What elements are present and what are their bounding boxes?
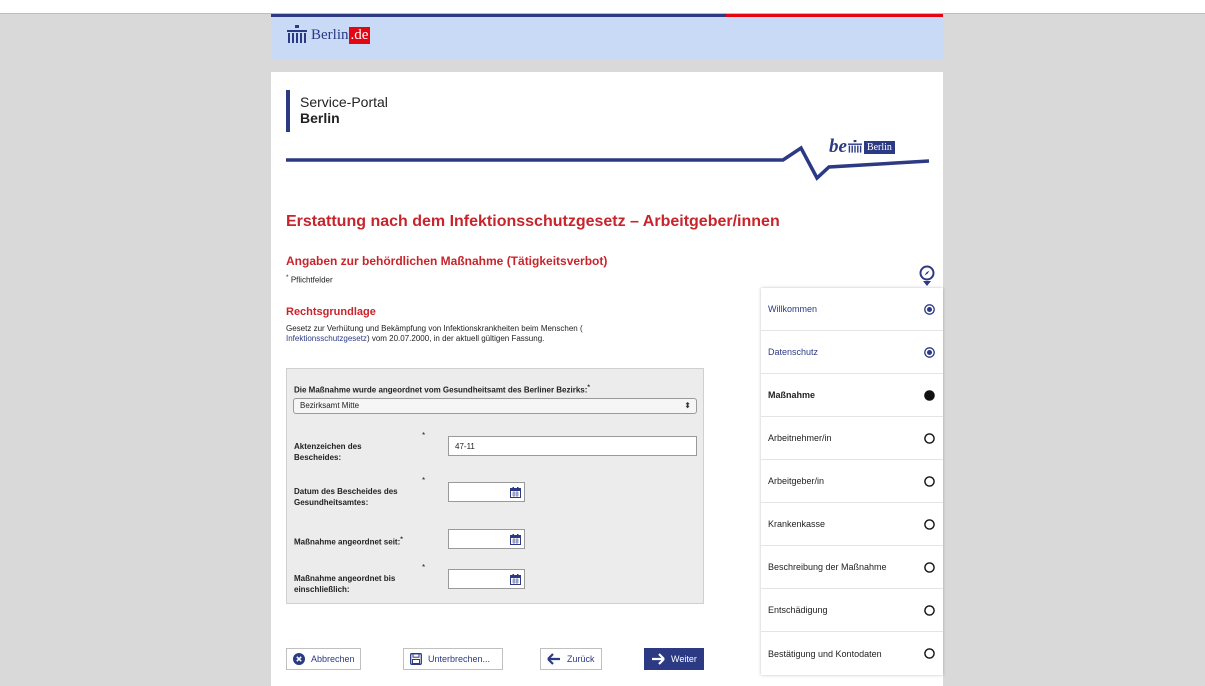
service-portal-line2: Berlin bbox=[300, 110, 340, 126]
browser-top-bar bbox=[0, 0, 1205, 14]
cancel-label: Abbrechen bbox=[311, 654, 355, 664]
step-item-arbeitgeber[interactable]: Arbeitgeber/in bbox=[761, 460, 943, 503]
cancel-button[interactable]: Abbrechen bbox=[286, 648, 361, 670]
step-item-willkommen[interactable]: Willkommen bbox=[761, 288, 943, 331]
next-button[interactable]: Weiter bbox=[644, 648, 704, 670]
district-label-text: Die Maßnahme wurde angeordnet vom Gesund… bbox=[294, 385, 588, 395]
step-open-icon bbox=[924, 476, 935, 487]
calendar-icon[interactable] bbox=[510, 534, 521, 545]
logo-text: Berlin bbox=[311, 26, 349, 43]
step-item-datenschutz[interactable]: Datenschutz bbox=[761, 331, 943, 374]
bescheid-date-input[interactable] bbox=[448, 482, 525, 502]
required-note: * Pflichtfelder bbox=[286, 274, 333, 285]
brandenburg-gate-small-icon bbox=[847, 140, 862, 153]
district-select[interactable]: Bezirksamt Mitte ⬍ bbox=[293, 398, 697, 414]
page-title: Erstattung nach dem Infektionsschutzgese… bbox=[286, 213, 780, 230]
calendar-icon[interactable] bbox=[510, 574, 521, 585]
date1-label-line2: Gesundheitsamtes: bbox=[294, 498, 369, 507]
step-label: Entschädigung bbox=[768, 605, 828, 615]
step-label: Arbeitgeber/in bbox=[768, 476, 825, 486]
step-open-icon bbox=[924, 648, 935, 659]
az-label-line1: Aktenzeichen des bbox=[294, 442, 362, 451]
step-item-massnahme[interactable]: Maßnahme bbox=[761, 374, 943, 417]
step-open-icon bbox=[924, 605, 935, 616]
be-text: be bbox=[829, 136, 847, 157]
district-label: Die Maßnahme wurde angeordnet vom Gesund… bbox=[294, 382, 590, 396]
step-label: Willkommen bbox=[768, 304, 818, 314]
content-card: Service-Portal Berlin be Berlin Erstattu… bbox=[271, 72, 943, 686]
calendar-icon[interactable] bbox=[510, 487, 521, 498]
az-asterisk: * bbox=[422, 431, 426, 440]
service-portal-logo[interactable]: Service-Portal Berlin bbox=[286, 90, 388, 132]
az-label: Aktenzeichen des Bescheides: bbox=[294, 441, 362, 463]
required-asterisk: * bbox=[286, 274, 289, 281]
date1-asterisk: * bbox=[422, 476, 426, 485]
district-asterisk: * bbox=[587, 384, 590, 391]
be-berlin-logo: be Berlin bbox=[829, 136, 895, 158]
step-done-icon bbox=[924, 304, 935, 315]
step-done-icon bbox=[924, 347, 935, 358]
site-header: Berlin .de bbox=[271, 14, 943, 59]
back-label: Zurück bbox=[567, 654, 595, 664]
arrow-right-icon bbox=[652, 653, 665, 665]
legal-text-part2: ) vom 20.07.2000, in der aktuell gültige… bbox=[366, 334, 545, 343]
date3-asterisk: * bbox=[422, 563, 426, 572]
date2-label: Maßnahme angeordnet seit:* bbox=[294, 534, 403, 548]
step-navigation: Willkommen Datenschutz Maßnahme Arbeitne… bbox=[761, 288, 943, 675]
save-disk-icon bbox=[410, 653, 422, 665]
header-blue-bar bbox=[271, 14, 726, 17]
date2-asterisk: * bbox=[400, 536, 403, 543]
step-label: Datenschutz bbox=[768, 347, 819, 357]
back-button[interactable]: Zurück bbox=[540, 648, 602, 670]
step-current-icon bbox=[924, 390, 935, 401]
date1-label: Datum des Bescheides des Gesundheitsamtes… bbox=[294, 486, 398, 508]
step-item-bestaetigung[interactable]: Bestätigung und Kontodaten bbox=[761, 632, 943, 675]
district-select-value: Bezirksamt Mitte bbox=[300, 401, 360, 410]
next-label: Weiter bbox=[671, 654, 697, 664]
date3-label-line2: einschließlich: bbox=[294, 585, 350, 594]
until-date-input[interactable] bbox=[448, 569, 525, 589]
select-arrows-icon: ⬍ bbox=[684, 401, 691, 410]
step-item-beschreibung[interactable]: Beschreibung der Maßnahme bbox=[761, 546, 943, 589]
infektionsschutzgesetz-link[interactable]: Infektionsschutzgesetz bbox=[286, 334, 367, 343]
step-label: Beschreibung der Maßnahme bbox=[768, 562, 887, 572]
legal-text: Gesetz zur Verhütung und Bekämpfung von … bbox=[286, 324, 666, 344]
step-label: Maßnahme bbox=[768, 390, 816, 400]
az-label-line2: Bescheides: bbox=[294, 453, 342, 462]
since-date-input[interactable] bbox=[448, 529, 525, 549]
date3-label: Maßnahme angeordnet bis einschließlich: bbox=[294, 573, 395, 595]
navigation-compass-icon[interactable] bbox=[919, 265, 935, 287]
interrupt-label: Unterbrechen... bbox=[428, 654, 491, 664]
step-item-krankenkasse[interactable]: Krankenkasse bbox=[761, 503, 943, 546]
step-label: Krankenkasse bbox=[768, 519, 826, 529]
berlin-de-logo[interactable]: Berlin .de bbox=[286, 24, 371, 46]
step-label: Arbeitnehmer/in bbox=[768, 433, 832, 443]
step-label: Bestätigung und Kontodaten bbox=[768, 648, 882, 659]
section-subtitle: Angaben zur behördlichen Maßnahme (Tätig… bbox=[286, 254, 608, 268]
legal-text-part1: Gesetz zur Verhütung und Bekämpfung von … bbox=[286, 324, 583, 333]
aktenzeichen-input[interactable] bbox=[448, 436, 697, 456]
be-berlin-text: Berlin bbox=[863, 140, 895, 154]
legal-section-title: Rechtsgrundlage bbox=[286, 306, 376, 318]
step-item-arbeitnehmer[interactable]: Arbeitnehmer/in bbox=[761, 417, 943, 460]
close-circle-icon bbox=[293, 653, 305, 665]
header-red-bar bbox=[726, 14, 943, 17]
interrupt-button[interactable]: Unterbrechen... bbox=[403, 648, 503, 670]
step-open-icon bbox=[924, 562, 935, 573]
service-portal-line1: Service-Portal bbox=[300, 94, 388, 110]
page-container: Berlin .de Service-Portal Berlin be Berli… bbox=[271, 14, 943, 686]
arrow-left-icon bbox=[547, 653, 560, 665]
step-item-entschaedigung[interactable]: Entschädigung bbox=[761, 589, 943, 632]
form-box: Die Maßnahme wurde angeordnet vom Gesund… bbox=[286, 368, 704, 604]
brandenburg-gate-icon bbox=[287, 25, 307, 43]
date3-label-line1: Maßnahme angeordnet bis bbox=[294, 574, 396, 583]
logo-tld: .de bbox=[348, 26, 371, 44]
step-open-icon bbox=[924, 433, 935, 444]
required-note-text: Pflichtfelder bbox=[290, 275, 333, 285]
step-open-icon bbox=[924, 519, 935, 530]
date2-label-text: Maßnahme angeordnet seit: bbox=[294, 537, 401, 547]
date1-label-line1: Datum des Bescheides des bbox=[294, 487, 398, 496]
